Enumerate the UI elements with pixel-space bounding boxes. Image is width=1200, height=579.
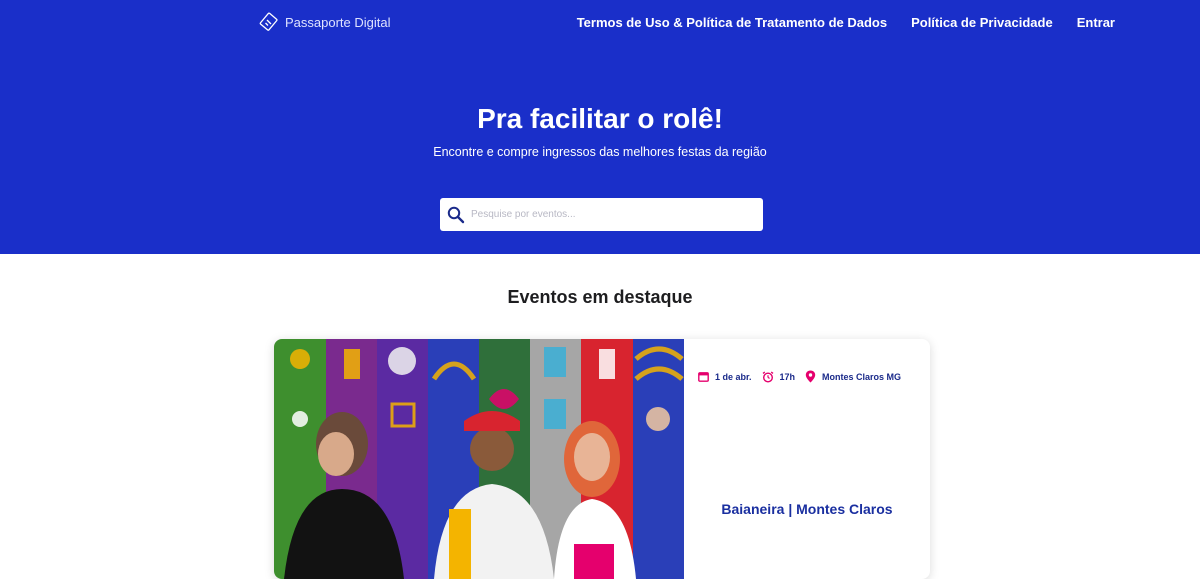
hero-subtitle: Encontre e compre ingressos das melhores… (433, 145, 767, 159)
top-navbar: Passaporte Digital Termos de Uso & Polít… (0, 0, 1200, 48)
alarm-clock-icon (762, 370, 773, 383)
nav-links: Termos de Uso & Política de Tratamento d… (577, 15, 1115, 30)
event-date-text: 1 de abr. (715, 371, 752, 382)
hero-section: Pra facilitar o rolê! Encontre e compre … (0, 48, 1200, 254)
featured-events-title: Eventos em destaque (507, 287, 693, 307)
nav-link-terms[interactable]: Termos de Uso & Política de Tratamento d… (577, 15, 887, 30)
event-time: 17h (762, 370, 796, 383)
search-box[interactable] (440, 198, 763, 231)
event-title[interactable]: Baianeira | Montes Claros (684, 501, 930, 517)
brand-name: Passaporte Digital (285, 14, 391, 30)
nav-link-login[interactable]: Entrar (1077, 15, 1115, 30)
event-card[interactable]: 1 de abr. 17h Montes Claros MG Baianeira… (274, 339, 930, 579)
event-card-info: 1 de abr. 17h Montes Claros MG Baianeira… (684, 339, 930, 579)
event-location-text: Montes Claros MG (822, 371, 902, 382)
hero-title: Pra facilitar o rolê! (477, 103, 723, 134)
calendar-icon (698, 372, 709, 382)
event-time-text: 17h (779, 371, 796, 382)
event-banner-image[interactable] (274, 339, 684, 579)
event-location: Montes Claros MG (805, 370, 901, 383)
event-meta: 1 de abr. 17h Montes Claros MG (698, 370, 911, 383)
brand-logo[interactable]: Passaporte Digital (259, 12, 391, 32)
location-pin-icon (805, 370, 816, 383)
event-date: 1 de abr. (698, 371, 752, 382)
passport-logo-icon (259, 12, 278, 31)
search-input[interactable] (471, 209, 741, 220)
search-icon[interactable] (447, 206, 465, 224)
nav-link-privacy[interactable]: Política de Privacidade (911, 15, 1053, 30)
